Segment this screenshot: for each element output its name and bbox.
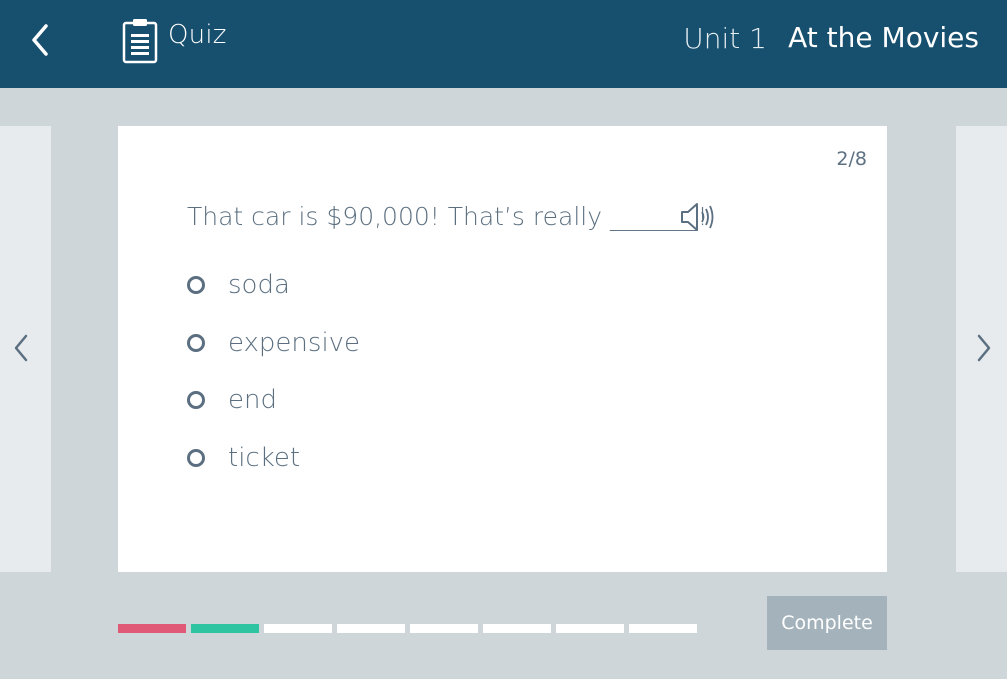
progress-segment-pending (483, 624, 551, 633)
answer-option[interactable]: ticket (187, 441, 360, 475)
unit-number: Unit 1 (683, 22, 767, 55)
answer-option-label: ticket (228, 442, 301, 473)
progress-segment-pending (410, 624, 478, 633)
back-button[interactable] (22, 20, 58, 60)
complete-button[interactable]: Complete (767, 596, 887, 650)
progress-segment-pending (556, 624, 624, 633)
play-audio-button[interactable] (679, 200, 717, 234)
question-card: 2/8 That car is $90,000! That’s really _… (118, 126, 887, 572)
radio-button[interactable] (187, 391, 205, 409)
answer-option-label: soda (228, 270, 290, 300)
chevron-left-icon (32, 24, 48, 56)
progress-segment-correct (191, 624, 259, 633)
answer-option-label: expensive (228, 327, 361, 358)
clipboard-icon (122, 19, 158, 64)
progress-segment-incorrect (118, 624, 186, 633)
answer-options: soda expensive end ticket (187, 268, 360, 498)
question-text: That car is $90,000! That’s really _____… (187, 202, 708, 231)
previous-question-button[interactable] (6, 330, 36, 366)
quiz-progress-bar (118, 624, 697, 633)
answer-option[interactable]: soda (187, 268, 360, 302)
question-counter: 2/8 (836, 148, 867, 170)
unit-title: At the Movies (788, 21, 979, 54)
answer-option[interactable]: expensive (187, 326, 360, 360)
answer-option-label: end (228, 385, 277, 415)
progress-segment-pending (264, 624, 332, 633)
section-title: Quiz (168, 20, 227, 50)
radio-button[interactable] (187, 276, 205, 294)
top-bar: Quiz Unit 1 At the Movies (0, 0, 1007, 88)
progress-segment-pending (337, 624, 405, 633)
chevron-right-icon (977, 334, 991, 362)
radio-button[interactable] (187, 333, 205, 352)
progress-segment-pending (629, 624, 697, 633)
next-question-button[interactable] (969, 330, 999, 366)
radio-button[interactable] (187, 448, 205, 467)
chevron-left-icon (14, 334, 28, 362)
answer-option[interactable]: end (187, 383, 360, 417)
speaker-icon (681, 203, 714, 231)
